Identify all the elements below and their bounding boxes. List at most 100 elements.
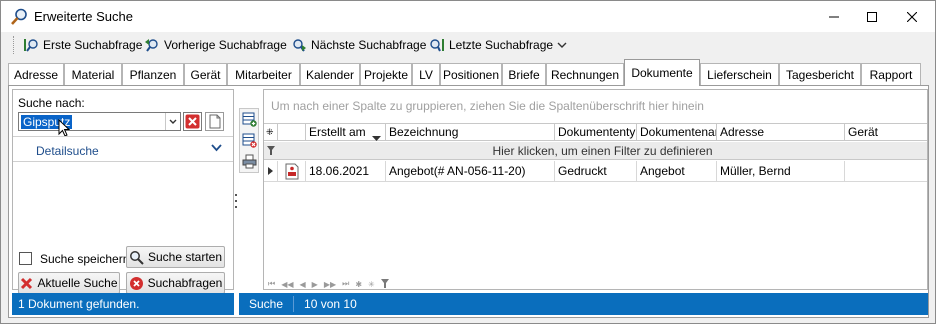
panel-divider bbox=[13, 136, 233, 137]
tab-briefe[interactable]: Briefe bbox=[502, 63, 546, 85]
add-to-list-button[interactable] bbox=[241, 110, 258, 129]
delete-icon bbox=[185, 114, 200, 129]
chevron-down-icon bbox=[557, 42, 567, 48]
previous-query-label: Vorherige Suchabfrage bbox=[164, 38, 287, 52]
window-title: Erweiterte Suche bbox=[34, 9, 133, 24]
start-search-button[interactable]: Suche starten bbox=[126, 246, 225, 268]
tab-gerät[interactable]: Gerät bbox=[184, 63, 227, 85]
filter-row[interactable]: Hier klicken, um einen Filter zu definie… bbox=[264, 142, 927, 160]
icon-column-header[interactable] bbox=[278, 124, 306, 141]
title-bar: Erweiterte Suche bbox=[1, 1, 935, 32]
save-search-label: Suche speichern bbox=[40, 252, 130, 266]
tab-rechnungen[interactable]: Rechnungen bbox=[546, 63, 624, 85]
grid-status-bar: Suche 10 von 10 bbox=[239, 293, 928, 315]
tab-pflanzen[interactable]: Pflanzen bbox=[122, 63, 184, 85]
tab-positionen[interactable]: Positionen bbox=[440, 63, 502, 85]
select-all-cell[interactable]: ⁜ bbox=[264, 124, 278, 141]
search-panel: Suche nach: Gipsputz Detailsuche Suche s… bbox=[12, 89, 234, 294]
tab-kalender[interactable]: Kalender bbox=[300, 63, 360, 85]
clear-search-button[interactable] bbox=[183, 112, 202, 131]
table-row[interactable]: 18.06.2021 Angebot(# AN-056-11-20) Gedru… bbox=[264, 161, 927, 182]
print-icon bbox=[242, 154, 257, 169]
magnifier-icon bbox=[10, 8, 28, 26]
group-by-area[interactable]: Um nach einer Spalte zu gruppieren, zieh… bbox=[264, 90, 927, 122]
column-header-device[interactable]: Gerät bbox=[845, 124, 927, 141]
remove-from-list-button[interactable] bbox=[241, 131, 258, 150]
column-header-address[interactable]: Adresse bbox=[717, 124, 845, 141]
current-search-label: Aktuelle Suche bbox=[37, 276, 118, 290]
last-query-label: Letzte Suchabfrage bbox=[449, 38, 554, 52]
save-search-checkbox[interactable] bbox=[19, 252, 32, 265]
search-label: Suche nach: bbox=[18, 96, 85, 110]
nav-prev-page-icon[interactable]: ◀◀ bbox=[281, 280, 293, 289]
nav-next-icon[interactable]: ▶ bbox=[312, 280, 318, 289]
column-header-label: Erstellt am bbox=[309, 125, 366, 139]
print-button[interactable] bbox=[241, 152, 258, 171]
last-query-button[interactable]: Letzte Suchabfrage bbox=[429, 35, 553, 55]
cell-kind: Angebot bbox=[637, 161, 717, 181]
tab-projekte[interactable]: Projekte bbox=[360, 63, 412, 85]
previous-query-button[interactable]: Vorherige Suchabfrage bbox=[144, 35, 287, 55]
tab-tagesbericht[interactable]: Tagesbericht bbox=[779, 63, 861, 85]
close-icon[interactable] bbox=[897, 1, 927, 32]
cell-name: Angebot(# AN-056-11-20) bbox=[386, 161, 555, 181]
nav-filter-icon[interactable] bbox=[380, 278, 389, 290]
current-search-button[interactable]: Aktuelle Suche bbox=[18, 272, 120, 294]
splitter-handle[interactable] bbox=[234, 194, 238, 208]
search-queries-button[interactable]: Suchabfragen bbox=[126, 272, 225, 294]
tab-lv[interactable]: LV bbox=[412, 63, 440, 85]
minimize-icon[interactable] bbox=[819, 1, 849, 32]
tab-rapport[interactable]: Rapport bbox=[861, 63, 921, 85]
nav-first-icon[interactable]: ⏮ bbox=[268, 279, 275, 289]
remove-circle-icon bbox=[129, 276, 143, 290]
column-header-created[interactable]: Erstellt am bbox=[306, 124, 386, 141]
combo-dropdown-button[interactable] bbox=[165, 113, 180, 130]
tab-material[interactable]: Material bbox=[64, 63, 122, 85]
first-query-icon bbox=[24, 39, 38, 52]
first-query-button[interactable]: Erste Suchabfrage bbox=[23, 35, 142, 55]
table-remove-icon bbox=[242, 133, 257, 148]
column-header-name[interactable]: Bezeichnung bbox=[386, 124, 555, 141]
search-combo[interactable]: Gipsputz bbox=[18, 112, 181, 131]
next-query-button[interactable]: Nächste Suchabfrage bbox=[291, 35, 426, 55]
pdf-document-icon bbox=[278, 161, 306, 181]
result-status: 1 Dokument gefunden. bbox=[12, 293, 234, 315]
previous-query-icon bbox=[145, 39, 158, 52]
column-header-kind[interactable]: Dokumentenart bbox=[637, 124, 717, 141]
last-query-icon bbox=[430, 39, 444, 52]
table-add-icon bbox=[242, 112, 257, 127]
start-search-label: Suche starten bbox=[147, 250, 223, 264]
detail-search-label[interactable]: Detailsuche bbox=[36, 144, 99, 158]
filter-hint: Hier klicken, um einen Filter zu definie… bbox=[492, 144, 713, 158]
maximize-icon[interactable] bbox=[857, 1, 887, 32]
cell-created: 18.06.2021 bbox=[306, 161, 386, 181]
nav-last-icon[interactable]: ⏭ bbox=[342, 279, 349, 289]
tab-dokumente[interactable]: Dokumente bbox=[624, 59, 700, 86]
toolbar-overflow-button[interactable] bbox=[557, 35, 571, 55]
tab-lieferschein[interactable]: Lieferschein bbox=[700, 63, 779, 85]
new-search-button[interactable] bbox=[205, 112, 224, 131]
status-count: 10 von 10 bbox=[304, 297, 357, 311]
search-icon bbox=[130, 250, 144, 265]
grid-side-toolbar bbox=[239, 108, 259, 173]
x-icon bbox=[21, 277, 33, 289]
status-mode: Suche bbox=[239, 296, 295, 312]
query-toolbar: Erste Suchabfrage Vorherige Suchabfrage … bbox=[1, 32, 935, 58]
column-header-type[interactable]: Dokumententyp bbox=[555, 124, 637, 141]
search-window: Erweiterte Suche Erste Suchabfrage Vorhe… bbox=[0, 0, 936, 324]
chevron-down-icon[interactable] bbox=[211, 142, 222, 156]
row-indicator bbox=[264, 161, 278, 181]
first-query-label: Erste Suchabfrage bbox=[43, 38, 143, 52]
chevron-down-icon bbox=[169, 119, 177, 124]
nav-prev-icon[interactable]: ◀ bbox=[300, 280, 306, 289]
next-query-icon bbox=[293, 39, 306, 52]
nav-next-page-icon[interactable]: ▶▶ bbox=[324, 280, 336, 289]
grid-navigator: ⏮ ◀◀ ◀ ▶ ▶▶ ⏭ ✱ ✳ bbox=[268, 278, 389, 290]
tab-adresse[interactable]: Adresse bbox=[8, 63, 64, 85]
tab-content: Suche nach: Gipsputz Detailsuche Suche s… bbox=[8, 85, 929, 318]
nav-append-icon[interactable]: ✳ bbox=[368, 280, 375, 289]
next-query-label: Nächste Suchabfrage bbox=[311, 38, 427, 52]
toolbar-grip bbox=[13, 36, 16, 54]
tab-mitarbeiter[interactable]: Mitarbeiter bbox=[227, 63, 300, 85]
nav-insert-icon[interactable]: ✱ bbox=[355, 280, 362, 289]
